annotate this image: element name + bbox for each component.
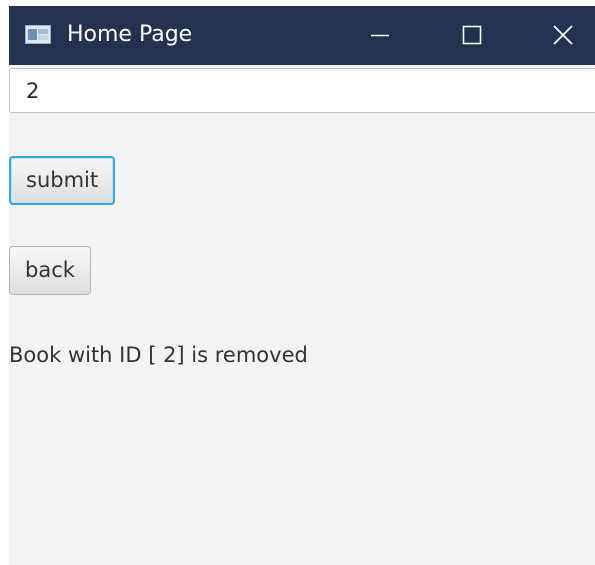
status-message: Book with ID [ 2] is removed — [9, 343, 308, 367]
back-button[interactable]: back — [9, 246, 91, 295]
minimize-icon — [371, 34, 389, 37]
window-title: Home Page — [67, 22, 193, 47]
book-id-input[interactable] — [9, 68, 595, 113]
app-window-icon — [25, 25, 51, 44]
title-bar[interactable]: Home Page — [9, 6, 595, 65]
maximize-button[interactable] — [441, 6, 501, 65]
application-window: Home Page submit back Book with ID [ 2] … — [9, 6, 595, 565]
close-button[interactable] — [533, 6, 593, 65]
submit-button[interactable]: submit — [9, 156, 115, 205]
close-icon — [553, 25, 573, 45]
maximize-icon — [462, 25, 482, 45]
minimize-button[interactable] — [349, 6, 409, 65]
